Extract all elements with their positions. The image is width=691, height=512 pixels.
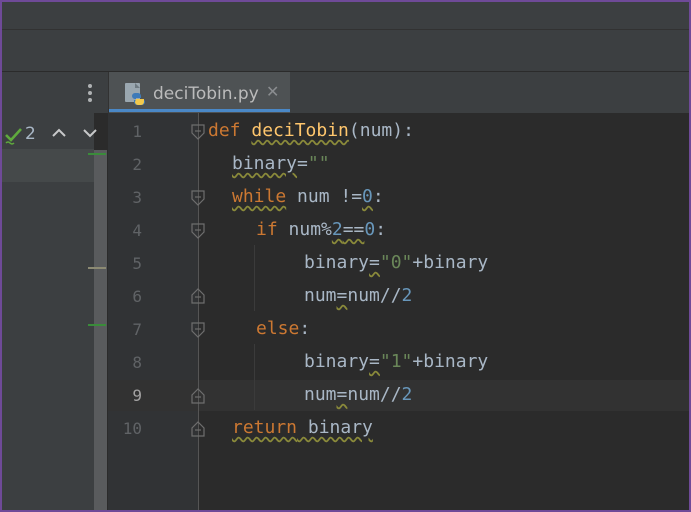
window-border [0,0,691,512]
